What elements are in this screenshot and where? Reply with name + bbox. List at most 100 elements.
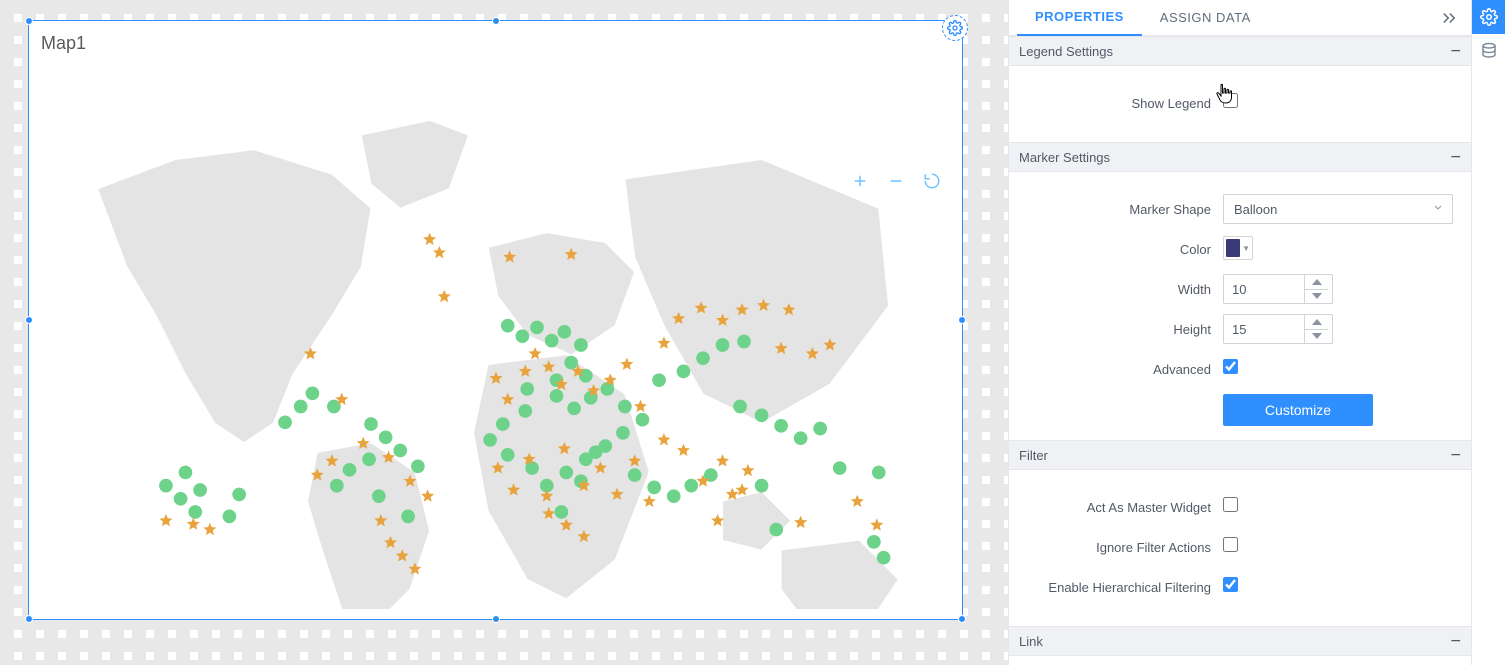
map-marker-star[interactable] xyxy=(736,483,749,495)
map-marker-star[interactable] xyxy=(529,347,542,359)
map-marker-star[interactable] xyxy=(794,516,807,528)
map-marker-circle[interactable] xyxy=(589,445,603,459)
map-marker-star[interactable] xyxy=(634,400,647,412)
map-marker-star[interactable] xyxy=(677,444,690,456)
section-header-link[interactable]: Link − xyxy=(1009,626,1471,656)
section-header-filter[interactable]: Filter − xyxy=(1009,440,1471,470)
map-marker-star[interactable] xyxy=(620,357,633,369)
map-surface[interactable] xyxy=(39,81,952,609)
spinner-up-icon[interactable] xyxy=(1305,275,1328,290)
map-marker-circle[interactable] xyxy=(564,356,578,370)
map-marker-circle[interactable] xyxy=(193,483,207,497)
map-marker-circle[interactable] xyxy=(616,426,630,440)
customize-button[interactable]: Customize xyxy=(1223,394,1373,426)
checkbox-show-legend[interactable] xyxy=(1223,93,1238,108)
map-marker-circle[interactable] xyxy=(411,459,425,473)
map-marker-circle[interactable] xyxy=(188,505,202,519)
map-marker-circle[interactable] xyxy=(330,479,344,493)
tab-properties[interactable]: PROPERTIES xyxy=(1017,0,1142,36)
map-marker-star[interactable] xyxy=(203,523,216,535)
resize-handle-left[interactable] xyxy=(25,316,33,324)
map-marker-circle[interactable] xyxy=(306,387,320,401)
collapse-section-icon[interactable]: − xyxy=(1450,147,1461,168)
spinner-down-icon[interactable] xyxy=(1305,330,1328,344)
map-marker-star[interactable] xyxy=(421,489,434,501)
resize-handle-top-left[interactable] xyxy=(25,17,33,25)
map-marker-star[interactable] xyxy=(657,433,670,445)
map-marker-circle[interactable] xyxy=(483,433,497,447)
map-marker-circle[interactable] xyxy=(496,417,510,431)
map-marker-circle[interactable] xyxy=(733,400,747,414)
map-marker-circle[interactable] xyxy=(372,489,386,503)
map-marker-circle[interactable] xyxy=(294,400,308,414)
map-marker-circle[interactable] xyxy=(628,468,642,482)
map-marker-circle[interactable] xyxy=(174,492,188,506)
map-marker-star[interactable] xyxy=(870,518,883,530)
rail-settings-button[interactable] xyxy=(1472,0,1505,34)
map-marker-circle[interactable] xyxy=(696,351,710,365)
map-marker-circle[interactable] xyxy=(618,400,632,414)
map-marker-circle[interactable] xyxy=(774,419,788,433)
map-marker-circle[interactable] xyxy=(179,466,193,480)
map-marker-circle[interactable] xyxy=(833,461,847,475)
map-marker-circle[interactable] xyxy=(867,535,881,549)
color-picker[interactable]: ▼ xyxy=(1223,236,1253,260)
map-marker-circle[interactable] xyxy=(652,373,666,387)
map-marker-circle[interactable] xyxy=(501,319,515,333)
section-header-legend[interactable]: Legend Settings − xyxy=(1009,36,1471,66)
map-marker-circle[interactable] xyxy=(393,444,407,458)
map-marker-circle[interactable] xyxy=(530,321,544,335)
checkbox-advanced[interactable] xyxy=(1223,359,1238,374)
map-marker-circle[interactable] xyxy=(574,338,588,352)
map-marker-circle[interactable] xyxy=(518,404,532,418)
map-marker-star[interactable] xyxy=(159,514,172,526)
input-height[interactable] xyxy=(1224,315,1304,343)
map-marker-circle[interactable] xyxy=(401,510,415,524)
map-marker-circle[interactable] xyxy=(716,338,730,352)
map-marker-circle[interactable] xyxy=(550,389,564,403)
map-marker-star[interactable] xyxy=(657,336,670,348)
widget-settings-button[interactable] xyxy=(942,15,968,41)
map-marker-circle[interactable] xyxy=(667,489,681,503)
map-marker-circle[interactable] xyxy=(501,448,515,462)
rail-data-button[interactable] xyxy=(1472,34,1505,68)
resize-handle-bottom-left[interactable] xyxy=(25,615,33,623)
map-marker-star[interactable] xyxy=(438,290,451,302)
collapse-section-icon[interactable]: − xyxy=(1450,41,1461,62)
map-marker-circle[interactable] xyxy=(755,479,769,493)
checkbox-master-widget[interactable] xyxy=(1223,497,1238,512)
map-marker-circle[interactable] xyxy=(159,479,173,493)
map-marker-circle[interactable] xyxy=(794,431,808,445)
map-marker-circle[interactable] xyxy=(343,463,357,477)
map-marker-circle[interactable] xyxy=(364,417,378,431)
map-marker-circle[interactable] xyxy=(684,479,698,493)
map-marker-circle[interactable] xyxy=(872,466,886,480)
collapse-section-icon[interactable]: − xyxy=(1450,445,1461,466)
map-marker-circle[interactable] xyxy=(877,551,891,565)
map-marker-circle[interactable] xyxy=(379,430,393,444)
resize-handle-bottom-right[interactable] xyxy=(958,615,966,623)
map-marker-circle[interactable] xyxy=(223,510,237,524)
spinner-up-icon[interactable] xyxy=(1305,315,1328,330)
select-marker-shape[interactable]: Balloon xyxy=(1223,194,1453,224)
map-marker-circle[interactable] xyxy=(737,335,751,349)
map-marker-circle[interactable] xyxy=(677,365,691,379)
resize-handle-bottom[interactable] xyxy=(492,615,500,623)
map-marker-circle[interactable] xyxy=(232,488,246,502)
map-marker-star[interactable] xyxy=(716,454,729,466)
map-marker-circle[interactable] xyxy=(278,416,292,430)
map-marker-star[interactable] xyxy=(187,517,200,529)
map-marker-star[interactable] xyxy=(741,464,754,476)
map-marker-circle[interactable] xyxy=(559,466,573,480)
input-width[interactable] xyxy=(1224,275,1304,303)
collapse-panel-icon[interactable] xyxy=(1435,0,1463,36)
map-marker-star[interactable] xyxy=(643,495,656,507)
spinner-down-icon[interactable] xyxy=(1305,290,1328,304)
map-marker-circle[interactable] xyxy=(362,452,376,466)
map-marker-circle[interactable] xyxy=(516,329,530,343)
collapse-section-icon[interactable]: − xyxy=(1450,631,1461,652)
map-marker-circle[interactable] xyxy=(636,413,650,427)
map-marker-circle[interactable] xyxy=(567,401,581,415)
resize-handle-right[interactable] xyxy=(958,316,966,324)
map-marker-circle[interactable] xyxy=(755,408,769,422)
